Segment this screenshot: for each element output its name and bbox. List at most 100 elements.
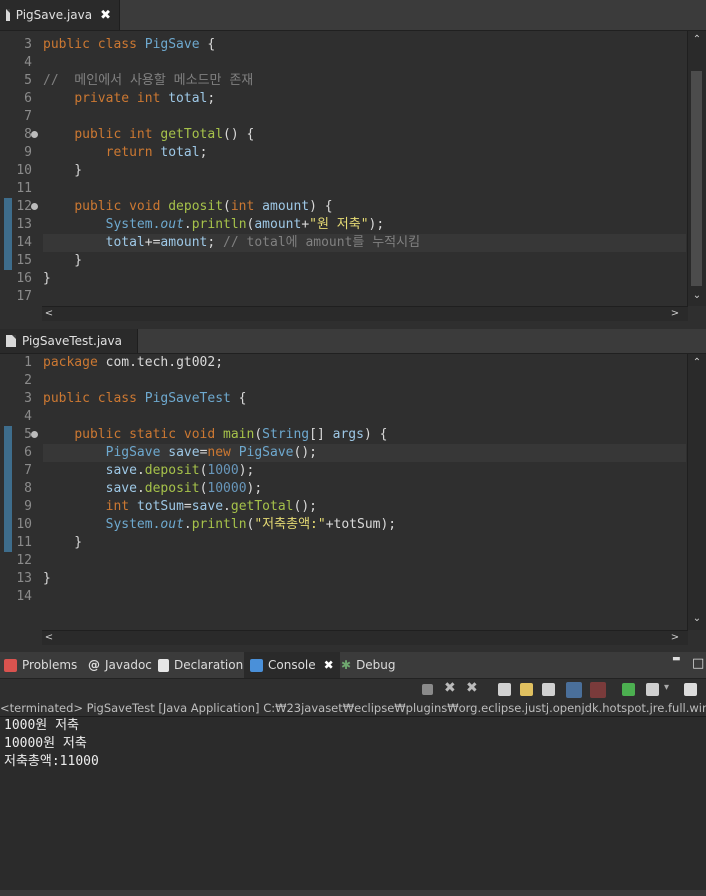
scrollbar-thumb[interactable] bbox=[691, 71, 702, 286]
code-line[interactable]: return total; bbox=[43, 144, 686, 162]
scroll-lock-icon[interactable] bbox=[520, 683, 533, 696]
scroll-down-icon[interactable]: ⌄ bbox=[690, 612, 704, 626]
code-line[interactable]: package com.tech.gt002; bbox=[43, 354, 686, 372]
clear-console-icon[interactable] bbox=[498, 683, 511, 696]
horizontal-scrollbar[interactable]: < > bbox=[42, 630, 688, 645]
code-line[interactable]: save.deposit(1000); bbox=[43, 462, 686, 480]
code-line[interactable]: int totSum=save.getTotal(); bbox=[43, 498, 686, 516]
tab-javadoc[interactable]: @ Javadoc bbox=[88, 652, 152, 678]
code-token: } bbox=[43, 163, 83, 178]
tab-pigsave-java[interactable]: PigSave.java ✖ bbox=[0, 0, 120, 30]
vertical-scrollbar[interactable]: ⌃ ⌄ bbox=[687, 31, 706, 306]
code-line[interactable]: private int total; bbox=[43, 90, 686, 108]
code-line[interactable]: total+=amount; // total에 amount를 누적시킴 bbox=[43, 234, 686, 252]
horizontal-scrollbar[interactable] bbox=[0, 890, 706, 896]
code-token: totSum bbox=[136, 499, 184, 514]
editor-pigsave[interactable]: 3 4 5 6 7 8 9 10 11 12 13 14 15 16 17 public class Pig… bbox=[0, 31, 706, 322]
code-line[interactable] bbox=[43, 372, 686, 390]
code-line[interactable]: } bbox=[43, 252, 686, 270]
fold-toggle-icon[interactable] bbox=[31, 131, 38, 138]
code-token: System. bbox=[105, 517, 161, 532]
code-line[interactable] bbox=[43, 54, 686, 72]
code-line[interactable]: public class PigSaveTest { bbox=[43, 390, 686, 408]
code-line[interactable] bbox=[43, 180, 686, 198]
tab-debug[interactable]: ✱ Debug bbox=[341, 652, 396, 678]
code-token: total bbox=[168, 91, 208, 106]
code-token: deposit bbox=[144, 463, 200, 478]
code-line[interactable]: System.out.println("저축총액:"+totSum); bbox=[43, 516, 686, 534]
code-token: return bbox=[105, 145, 161, 160]
line-number: 12 bbox=[16, 553, 32, 568]
code-token: PigSaveTest bbox=[144, 391, 231, 406]
line-number: 6 bbox=[24, 91, 32, 106]
code-token: save bbox=[105, 481, 137, 496]
code-token: + bbox=[301, 217, 310, 232]
code-line[interactable]: System.out.println(amount+"원 저축"); bbox=[43, 216, 686, 234]
code-token: deposit bbox=[144, 481, 200, 496]
close-tab-icon[interactable]: ✖ bbox=[100, 8, 111, 23]
close-tab-icon[interactable]: ✖ bbox=[324, 658, 334, 672]
display-console-icon[interactable] bbox=[646, 683, 659, 696]
tab-label: PigSave.java bbox=[15, 8, 93, 22]
chevron-down-icon[interactable]: ▾ bbox=[664, 682, 669, 693]
line-number: 1 bbox=[24, 355, 32, 370]
code-line[interactable] bbox=[43, 408, 686, 426]
fold-toggle-icon[interactable] bbox=[31, 431, 38, 438]
fold-toggle-icon[interactable] bbox=[31, 203, 38, 210]
word-wrap-icon[interactable] bbox=[542, 683, 555, 696]
code-line[interactable]: public static void main(String[] args) { bbox=[43, 426, 686, 444]
scroll-down-icon[interactable]: ⌄ bbox=[690, 289, 704, 303]
code-line[interactable] bbox=[43, 552, 686, 570]
code-line[interactable]: } bbox=[43, 570, 686, 588]
show-on-output-icon[interactable] bbox=[566, 682, 582, 698]
open-console-icon[interactable] bbox=[684, 683, 697, 696]
code-line[interactable] bbox=[43, 108, 686, 126]
code-token: out bbox=[160, 217, 184, 232]
code-token: deposit bbox=[168, 199, 224, 214]
code-line[interactable]: public class PigSave { bbox=[43, 36, 686, 54]
minimize-icon[interactable]: ▬ bbox=[672, 654, 681, 664]
code-token: println bbox=[191, 517, 247, 532]
pin-console-icon[interactable] bbox=[622, 683, 635, 696]
editor-pigsavetest[interactable]: 1 2 3 4 5 6 7 8 9 10 11 12 13 14 package com.tech.gt0… bbox=[0, 354, 706, 646]
code-line[interactable]: } bbox=[43, 270, 686, 288]
scroll-up-icon[interactable]: ⌃ bbox=[690, 356, 704, 370]
code-line[interactable]: public void deposit(int amount) { bbox=[43, 198, 686, 216]
terminate-icon[interactable] bbox=[422, 684, 433, 695]
remove-launch-icon[interactable]: ✖ bbox=[444, 680, 456, 696]
remove-all-icon[interactable]: ✖ bbox=[466, 680, 478, 696]
scroll-left-icon[interactable]: < bbox=[42, 307, 56, 321]
line-number: 10 bbox=[16, 163, 32, 178]
scroll-up-icon[interactable]: ⌃ bbox=[690, 33, 704, 47]
vertical-scrollbar[interactable]: ⌃ ⌄ bbox=[687, 354, 706, 630]
line-number: 2 bbox=[24, 373, 32, 388]
code-token: () { bbox=[223, 127, 255, 142]
code-line[interactable] bbox=[43, 588, 686, 606]
code-line[interactable]: save.deposit(10000); bbox=[43, 480, 686, 498]
code-line[interactable] bbox=[43, 288, 686, 306]
code-token: amount bbox=[160, 235, 208, 250]
tab-label: Problems bbox=[22, 658, 78, 672]
console-output[interactable]: 1000원 저축 10000원 저축 저축총액:11000 bbox=[0, 716, 706, 896]
scroll-right-icon[interactable]: > bbox=[668, 631, 682, 645]
javadoc-icon: @ bbox=[88, 658, 100, 672]
code-line[interactable]: public int getTotal() { bbox=[43, 126, 686, 144]
maximize-icon[interactable]: □ bbox=[692, 656, 704, 671]
code-line[interactable]: // 메인에서 사용할 메소드만 존재 bbox=[43, 72, 686, 90]
tab-console[interactable]: Console ✖ bbox=[244, 652, 340, 678]
code-line[interactable]: } bbox=[43, 162, 686, 180]
horizontal-scrollbar[interactable]: < > bbox=[42, 306, 688, 321]
code-token: . bbox=[136, 463, 145, 478]
tab-pigsavetest-java[interactable]: PigSaveTest.java bbox=[0, 329, 138, 353]
tab-problems[interactable]: Problems bbox=[4, 652, 77, 678]
scroll-right-icon[interactable]: > bbox=[668, 307, 682, 321]
scroll-left-icon[interactable]: < bbox=[42, 631, 56, 645]
tab-label: Console bbox=[268, 658, 316, 672]
code-line[interactable]: PigSave save=new PigSave(); bbox=[43, 444, 686, 462]
tab-declaration[interactable]: Declaration bbox=[158, 652, 243, 678]
code-token: amount bbox=[254, 217, 302, 232]
show-on-error-icon[interactable] bbox=[590, 682, 606, 698]
code-token: int bbox=[105, 499, 137, 514]
code-line[interactable]: } bbox=[43, 534, 686, 552]
